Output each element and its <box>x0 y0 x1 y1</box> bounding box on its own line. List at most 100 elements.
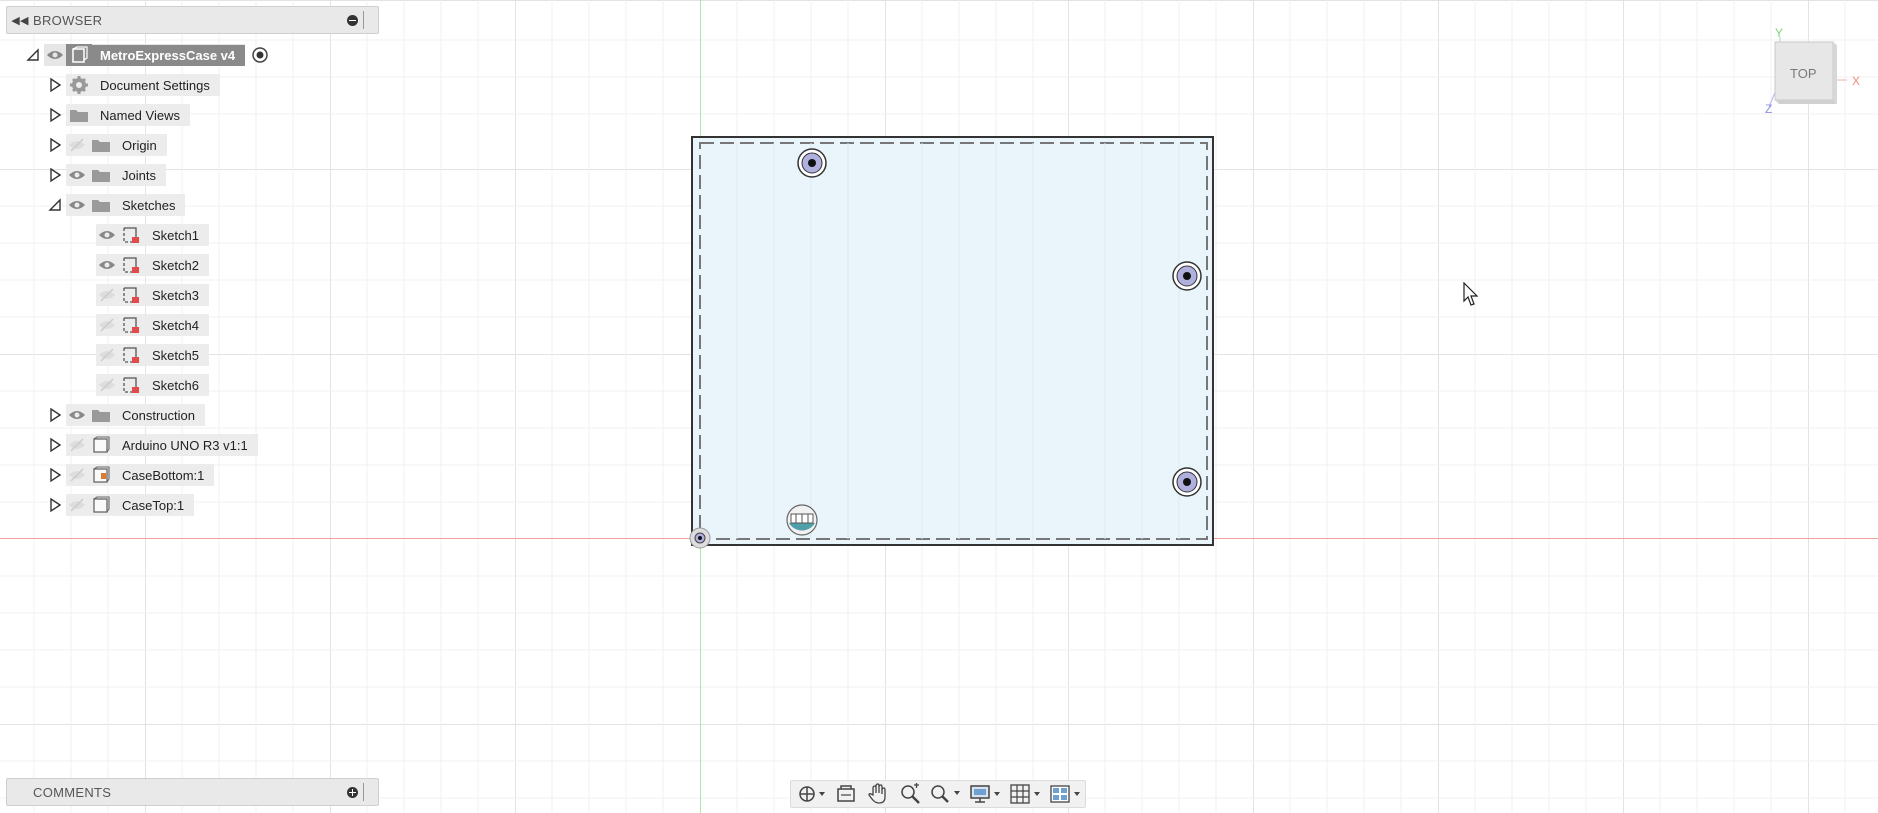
tree-item-label: Sketches <box>114 194 186 216</box>
expanded-triangle-icon[interactable] <box>44 194 66 216</box>
eye-hidden-icon[interactable] <box>96 284 118 306</box>
eye-hidden-icon[interactable] <box>66 134 88 156</box>
eye-hidden-icon[interactable] <box>66 434 88 456</box>
eye-hidden-icon[interactable] <box>96 344 118 366</box>
collapsed-triangle-icon[interactable] <box>44 134 66 156</box>
component-with-joint-icon <box>88 464 114 486</box>
axis-x-label: X <box>1852 74 1860 88</box>
tree-item-label: CaseTop:1 <box>114 494 195 516</box>
folder-icon <box>88 134 114 156</box>
folder-icon <box>66 104 92 126</box>
grid-settings-dropdown[interactable] <box>1007 782 1045 806</box>
tree-item-label: Joints <box>114 164 166 186</box>
folder-icon <box>88 404 114 426</box>
sketch-icon <box>118 374 144 396</box>
browser-panel-header[interactable]: ◀◀ BROWSER <box>6 6 379 34</box>
panel-grip-handle[interactable] <box>363 11 374 29</box>
tree-item-origin[interactable]: Origin <box>44 132 167 158</box>
tree-root-label: MetroExpressCase v4 <box>92 44 246 66</box>
zoom-button[interactable] <box>895 782 925 806</box>
fit-zoom-dropdown[interactable] <box>927 782 965 806</box>
tree-item-label: Named Views <box>92 104 190 126</box>
activate-radio-icon[interactable] <box>249 44 271 66</box>
sketch-icon <box>118 224 144 246</box>
joint-glyph-icon <box>786 504 818 536</box>
design-canvas[interactable] <box>0 0 1878 813</box>
mounting-hole-top <box>797 148 827 178</box>
view-cube-face-label: TOP <box>1790 66 1817 81</box>
tree-item-sketch6[interactable]: Sketch6 <box>96 372 209 398</box>
comments-title: COMMENTS <box>33 784 112 800</box>
eye-hidden-icon[interactable] <box>96 314 118 336</box>
tree-item-label: Sketch5 <box>144 344 209 366</box>
eye-icon[interactable] <box>96 224 118 246</box>
collapsed-triangle-icon[interactable] <box>44 74 66 96</box>
tree-item-label: Sketch6 <box>144 374 209 396</box>
eye-icon[interactable] <box>96 254 118 276</box>
tree-item-casebottom[interactable]: CaseBottom:1 <box>44 462 215 488</box>
eye-icon[interactable] <box>66 404 88 426</box>
panel-grip-handle[interactable] <box>363 783 374 801</box>
eye-hidden-icon[interactable] <box>66 494 88 516</box>
component-icon <box>88 494 114 516</box>
view-cube[interactable]: Y X Z TOP <box>1765 25 1878 115</box>
tree-item-named-views[interactable]: Named Views <box>44 102 190 128</box>
expanded-triangle-icon[interactable] <box>22 44 44 66</box>
comments-panel-header[interactable]: COMMENTS <box>6 778 379 806</box>
origin-point <box>689 527 711 549</box>
tree-item-construction[interactable]: Construction <box>44 402 205 428</box>
tree-item-label: Sketch3 <box>144 284 209 306</box>
viewports-dropdown[interactable] <box>1047 782 1085 806</box>
sketch-icon <box>118 254 144 276</box>
tree-item-label: Document Settings <box>92 74 220 96</box>
tree-item-sketch4[interactable]: Sketch4 <box>96 312 209 338</box>
mounting-hole-right-bottom <box>1172 467 1202 497</box>
axis-z-label: Z <box>1765 102 1772 115</box>
collapsed-triangle-icon[interactable] <box>44 104 66 126</box>
eye-hidden-icon[interactable] <box>66 464 88 486</box>
eye-icon[interactable] <box>66 164 88 186</box>
collapsed-triangle-icon[interactable] <box>44 404 66 426</box>
look-at-button[interactable] <box>831 782 861 806</box>
display-settings-dropdown[interactable] <box>967 782 1005 806</box>
orbit-tool-button[interactable] <box>795 782 829 806</box>
folder-icon <box>88 164 114 186</box>
tree-item-label: Sketch4 <box>144 314 209 336</box>
minimize-panel-button[interactable] <box>343 11 361 29</box>
tree-item-label: Origin <box>114 134 167 156</box>
tree-item-sketch2[interactable]: Sketch2 <box>96 252 209 278</box>
eye-icon[interactable] <box>44 44 66 66</box>
gear-icon <box>66 74 92 96</box>
collapsed-triangle-icon[interactable] <box>44 164 66 186</box>
tree-item-casetop[interactable]: CaseTop:1 <box>44 492 195 518</box>
collapsed-triangle-icon[interactable] <box>44 434 66 456</box>
pan-hand-button[interactable] <box>863 782 893 806</box>
case-outline <box>691 136 1214 546</box>
collapse-panel-icon[interactable]: ◀◀ <box>7 14 33 27</box>
axis-y-label: Y <box>1775 26 1783 40</box>
tree-item-document-settings[interactable]: Document Settings <box>44 72 220 98</box>
mounting-hole-right-top <box>1172 261 1202 291</box>
tree-root[interactable]: MetroExpressCase v4 <box>22 42 271 68</box>
add-comment-button[interactable] <box>343 783 361 801</box>
tree-item-sketches[interactable]: Sketches <box>44 192 186 218</box>
tree-item-label: Construction <box>114 404 205 426</box>
tree-item-label: Sketch1 <box>144 224 209 246</box>
tree-item-arduino-uno[interactable]: Arduino UNO R3 v1:1 <box>44 432 258 458</box>
tree-item-joints[interactable]: Joints <box>44 162 166 188</box>
tree-item-sketch3[interactable]: Sketch3 <box>96 282 209 308</box>
navigation-toolbar <box>790 780 1086 808</box>
tree-item-sketch5[interactable]: Sketch5 <box>96 342 209 368</box>
eye-hidden-icon[interactable] <box>96 374 118 396</box>
component-icon <box>66 44 92 66</box>
folder-icon <box>88 194 114 216</box>
mouse-cursor-icon <box>1463 282 1479 306</box>
collapsed-triangle-icon[interactable] <box>44 494 66 516</box>
browser-title: BROWSER <box>33 12 103 28</box>
tree-item-label: CaseBottom:1 <box>114 464 215 486</box>
component-icon <box>88 434 114 456</box>
tree-item-label: Arduino UNO R3 v1:1 <box>114 434 258 456</box>
collapsed-triangle-icon[interactable] <box>44 464 66 486</box>
eye-icon[interactable] <box>66 194 88 216</box>
tree-item-sketch1[interactable]: Sketch1 <box>96 222 209 248</box>
